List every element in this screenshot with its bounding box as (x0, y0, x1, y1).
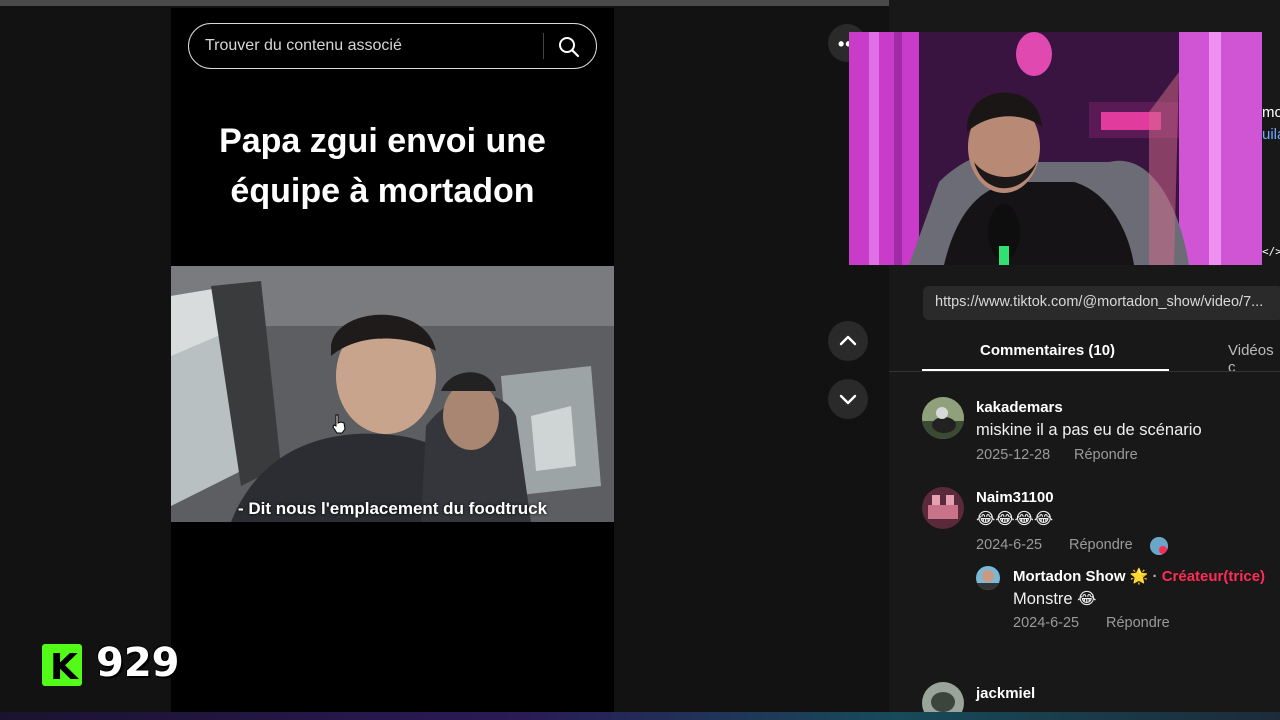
video-subtitle: - Dit nous l'emplacement du foodtruck (237, 499, 548, 518)
webcam-scene (849, 32, 1262, 265)
next-video-button[interactable] (828, 379, 868, 419)
reply-button[interactable]: Répondre (1069, 537, 1133, 553)
comment-username[interactable]: Naim31100 (976, 489, 1054, 506)
tabs-divider (889, 371, 1280, 372)
kick-letter: K (50, 647, 78, 688)
comment-text: 😂😂😂😂 (976, 510, 1054, 528)
avatar[interactable] (922, 397, 964, 439)
separator-dot: · (1152, 568, 1158, 585)
chevron-down-icon (839, 394, 857, 405)
author-link-partial[interactable]: uila (1262, 126, 1280, 143)
comment-username[interactable]: kakademars (976, 399, 1063, 416)
search-divider (543, 33, 544, 59)
creator-liked-badge (1150, 537, 1168, 555)
streamer-webcam (849, 32, 1262, 265)
search-input[interactable]: Trouver du contenu associé (205, 37, 402, 55)
previous-video-button[interactable] (828, 321, 868, 361)
avatar-image (976, 566, 1000, 590)
reply-text: Monstre 😂 (1013, 590, 1097, 608)
video-url-field[interactable]: https://www.tiktok.com/@mortadon_show/vi… (923, 286, 1280, 320)
avatar-image (922, 397, 964, 439)
embed-icon[interactable]: </> (1262, 245, 1280, 258)
comment-text: miskine il a pas eu de scénario (976, 421, 1202, 439)
kick-logo-icon: K (42, 644, 82, 688)
avatar-image (922, 487, 964, 529)
avatar[interactable] (976, 566, 1000, 590)
comment-username[interactable]: jackmiel (976, 685, 1035, 702)
hand-cursor-icon (332, 414, 346, 434)
avatar[interactable] (922, 487, 964, 529)
author-name-partial[interactable]: mo (1262, 104, 1280, 121)
comment-date: 2025-12-28 (976, 447, 1051, 463)
video-player[interactable] (171, 266, 614, 522)
caption-line-1: Papa zgui envoi une (219, 122, 546, 160)
caption-line-2: équipe à mortadon (230, 172, 535, 210)
viewer-count: 929 (96, 640, 180, 686)
tab-comments[interactable]: Commentaires (10) (980, 342, 1115, 359)
search-icon[interactable] (557, 35, 581, 59)
reply-date: 2024-6-25 (1013, 615, 1080, 631)
video-scene (171, 266, 614, 522)
creator-badge: Créateur(trice) (1161, 568, 1266, 585)
creator-liked-icon (1150, 537, 1168, 555)
bottom-taskbar-edge (0, 712, 1280, 720)
reply-username[interactable]: Mortadon Show 🌟 · Créateur(trice) (1013, 567, 1265, 585)
video-url[interactable]: https://www.tiktok.com/@mortadon_show/vi… (935, 294, 1263, 310)
chevron-up-icon (839, 335, 857, 346)
reply-button[interactable]: Répondre (1074, 447, 1138, 463)
search-box[interactable]: Trouver du contenu associé (188, 23, 597, 69)
reply-button[interactable]: Répondre (1106, 615, 1170, 631)
creator-name[interactable]: Mortadon Show 🌟 (1013, 568, 1148, 585)
comment-date: 2024-6-25 (976, 537, 1043, 553)
video-caption: Papa zgui envoi une équipe à mortadon (171, 116, 594, 216)
screen: Trouver du contenu associé Papa zgui env… (0, 0, 1280, 720)
